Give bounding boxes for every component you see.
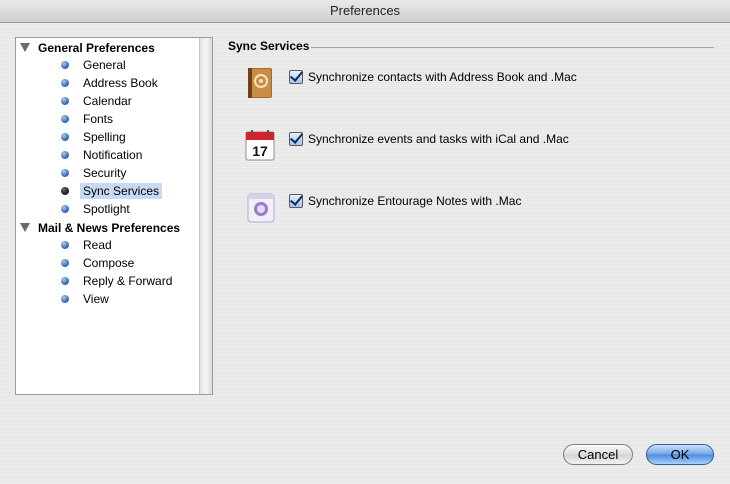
option-row-events: 17 Synchronize events and tasks with iCa… bbox=[244, 128, 714, 164]
preferences-window: Preferences General Preferences General … bbox=[0, 0, 730, 484]
option-row-contacts: Synchronize contacts with Address Book a… bbox=[244, 66, 714, 102]
bullet-icon bbox=[61, 79, 69, 87]
sidebar-item-label: Sync Services bbox=[80, 183, 163, 199]
sidebar-item-label: Security bbox=[83, 166, 127, 180]
sync-notes-label[interactable]: Synchronize Entourage Notes with .Mac bbox=[308, 194, 521, 208]
entourage-notes-icon bbox=[247, 193, 275, 223]
sync-events-checkbox[interactable] bbox=[289, 132, 303, 146]
disclosure-triangle-icon[interactable] bbox=[20, 223, 30, 232]
sidebar-item-view[interactable]: View bbox=[16, 290, 200, 308]
disclosure-triangle-icon[interactable] bbox=[20, 43, 30, 52]
sidebar-item-label: Notification bbox=[83, 148, 143, 162]
group-label: Mail & News Preferences bbox=[38, 221, 181, 235]
option-row-notes: Synchronize Entourage Notes with .Mac bbox=[244, 190, 714, 226]
bullet-icon bbox=[61, 169, 69, 177]
sidebar-item-label: Read bbox=[83, 238, 112, 252]
sidebar-item-reply-forward[interactable]: Reply & Forward bbox=[16, 272, 200, 290]
address-book-icon bbox=[248, 68, 272, 98]
sidebar-item-spotlight[interactable]: Spotlight bbox=[16, 200, 200, 218]
cancel-button[interactable]: Cancel bbox=[563, 444, 633, 465]
sidebar-item-general[interactable]: General bbox=[16, 56, 200, 74]
sidebar-item-label: Spelling bbox=[83, 130, 126, 144]
sidebar-item-compose[interactable]: Compose bbox=[16, 254, 200, 272]
window-title: Preferences bbox=[0, 0, 730, 23]
bullet-icon bbox=[61, 151, 69, 159]
bullet-icon bbox=[61, 133, 69, 141]
sidebar-item-spelling[interactable]: Spelling bbox=[16, 128, 200, 146]
sidebar-item-security[interactable]: Security bbox=[16, 164, 200, 182]
bullet-icon bbox=[61, 295, 69, 303]
sidebar-item-calendar[interactable]: Calendar bbox=[16, 92, 200, 110]
sidebar-item-label: Spotlight bbox=[83, 202, 130, 216]
sidebar-item-label: Fonts bbox=[83, 112, 114, 126]
sync-events-label[interactable]: Synchronize events and tasks with iCal a… bbox=[308, 132, 569, 146]
sidebar-item-label: View bbox=[83, 292, 109, 306]
group-label: General Preferences bbox=[38, 41, 155, 55]
sync-contacts-checkbox[interactable] bbox=[289, 70, 303, 84]
preferences-sidebar: General Preferences General Address Book… bbox=[15, 37, 213, 395]
bullet-icon bbox=[61, 205, 69, 213]
ok-button[interactable]: OK bbox=[646, 444, 714, 465]
bullet-icon bbox=[61, 97, 69, 105]
sync-notes-checkbox[interactable] bbox=[289, 194, 303, 208]
sidebar-item-read[interactable]: Read bbox=[16, 236, 200, 254]
sidebar-item-fonts[interactable]: Fonts bbox=[16, 110, 200, 128]
sidebar-item-label: General bbox=[83, 58, 126, 72]
ical-calendar-icon: 17 bbox=[245, 130, 275, 161]
section-title: Sync Services bbox=[228, 39, 310, 53]
section-divider bbox=[311, 47, 714, 48]
sidebar-item-label: Compose bbox=[83, 256, 135, 270]
sidebar-item-label: Calendar bbox=[83, 94, 132, 108]
bullet-icon bbox=[61, 187, 69, 195]
bullet-icon bbox=[61, 259, 69, 267]
bullet-icon bbox=[61, 277, 69, 285]
bullet-icon bbox=[61, 241, 69, 249]
bullet-icon bbox=[61, 115, 69, 123]
sync-contacts-label[interactable]: Synchronize contacts with Address Book a… bbox=[308, 70, 577, 84]
sidebar-item-address-book[interactable]: Address Book bbox=[16, 74, 200, 92]
sidebar-item-label: Address Book bbox=[83, 76, 158, 90]
sidebar-item-label: Reply & Forward bbox=[83, 274, 173, 288]
sidebar-item-notification[interactable]: Notification bbox=[16, 146, 200, 164]
sidebar-item-sync-services[interactable]: Sync Services bbox=[16, 182, 200, 200]
sidebar-scrollbar[interactable] bbox=[199, 38, 212, 394]
bullet-icon bbox=[61, 61, 69, 69]
calendar-day-text: 17 bbox=[252, 143, 268, 159]
